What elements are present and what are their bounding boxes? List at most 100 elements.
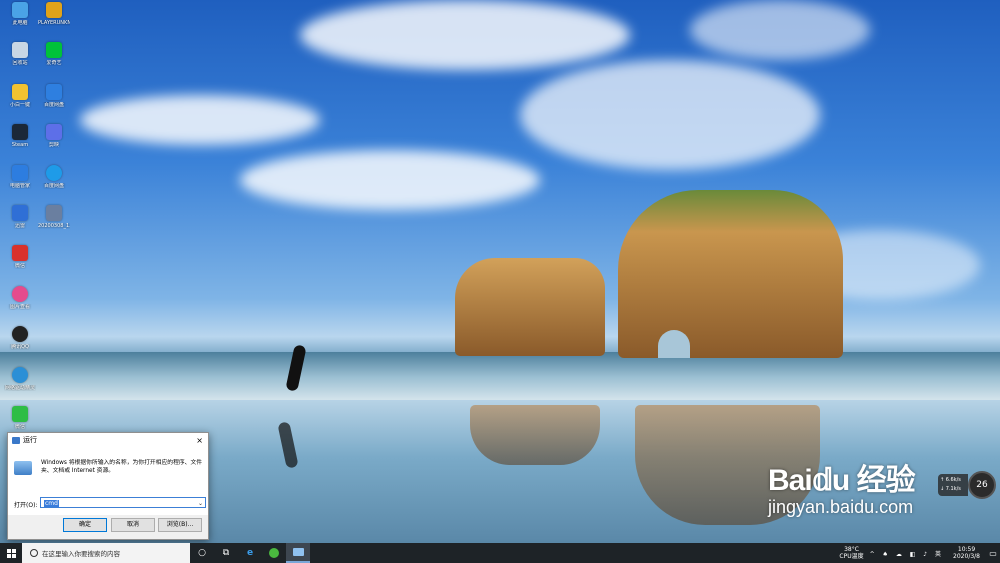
- cpu-temperature[interactable]: 38°C CPU温度: [839, 546, 863, 560]
- task-view-icon: ⧉: [222, 548, 230, 558]
- baidu-jingyan-watermark: Bai𝕕u 经验 jingyan.baidu.com: [768, 455, 916, 518]
- cloud: [300, 0, 630, 70]
- desktop-icon-jianying[interactable]: 剪映: [38, 124, 70, 148]
- download-speed: ↓ 7.1k/s: [940, 486, 961, 492]
- cpu-temp-value: 38°C: [844, 546, 859, 553]
- desktop-icon-pubg[interactable]: PLAYERUNKNOWN'S BATTLEGR...: [38, 2, 70, 26]
- cloud: [690, 0, 870, 60]
- rock-arch: [618, 190, 843, 358]
- desktop-icon-this-pc[interactable]: 此电脑: [4, 2, 36, 26]
- desktop-icon-label: 百度网盘: [43, 102, 64, 108]
- cloud-icon: [46, 165, 62, 181]
- desktop-icon-label: PLAYERUNKNOWN'S BATTLEGR...: [38, 20, 70, 26]
- run-dialog: 运行 × Windows 将根据你所输入的名称，为你打开相应的程序、文件夹、文档…: [7, 432, 209, 540]
- globe-icon: [12, 367, 28, 383]
- run-dialog-body: Windows 将根据你所输入的名称，为你打开相应的程序、文件夹、文档或 Int…: [8, 447, 208, 515]
- wechat-icon: [12, 406, 28, 422]
- desktop-icon-wechat[interactable]: 微信: [4, 406, 36, 430]
- rock-left: [455, 258, 605, 356]
- desktop-icon-label: 微信: [14, 263, 25, 269]
- iqiyi-icon: [46, 42, 62, 58]
- cloud-icon: [46, 84, 62, 100]
- edge-icon: e: [246, 548, 254, 558]
- desktop-icon-label: 此电脑: [12, 20, 28, 26]
- open-input-value: cmd: [44, 500, 59, 507]
- open-label: 打开(O):: [14, 502, 38, 509]
- upload-speed: ↑ 6.6k/s: [940, 477, 961, 483]
- desktop-icon-xiaobai[interactable]: 小白一键: [4, 84, 36, 108]
- cloud: [80, 95, 320, 145]
- start-button[interactable]: [0, 543, 22, 563]
- desktop-icon-baidu-netdisk-2[interactable]: 百度网盘: [38, 165, 70, 189]
- browse-button[interactable]: 浏览(B)...: [158, 518, 202, 532]
- close-icon[interactable]: ×: [196, 436, 203, 445]
- desktop-icon-xunlei[interactable]: 迅雷: [4, 205, 36, 229]
- usage-gauge[interactable]: 26: [968, 471, 996, 499]
- desktop-icon-qq[interactable]: 腾讯QQ: [4, 326, 36, 350]
- game-icon: [46, 2, 62, 18]
- desktop-icon-label: 回收站: [12, 60, 28, 66]
- system-tray: 38°C CPU温度 ^ ♠ ☁ ◧ ♪ 英 10:59 2020/3/8 ▭: [839, 543, 1000, 563]
- sea: [0, 352, 1000, 402]
- rock-reflection: [470, 405, 600, 465]
- clock[interactable]: 10:59 2020/3/8: [953, 546, 980, 560]
- browser-icon: [269, 548, 279, 558]
- tray-icons[interactable]: ^ ♠ ☁ ◧ ♪ 英: [870, 549, 944, 558]
- run-dialog-titlebar[interactable]: 运行 ×: [8, 433, 208, 447]
- cloud: [240, 150, 540, 210]
- shield-icon: [12, 165, 28, 181]
- app-icon: [12, 84, 28, 100]
- app-icon: [46, 124, 62, 140]
- desktop-icon-label: 网络驱动精灵: [4, 385, 35, 391]
- desktop-icon-iqiyi[interactable]: 爱奇艺: [38, 42, 70, 66]
- taskbar-search-box[interactable]: 在这里输入你要搜索的内容: [22, 543, 190, 563]
- desktop-icon-label: 迅雷: [14, 223, 25, 229]
- desktop-icon-label: Steam: [11, 142, 29, 148]
- run-taskbar-button[interactable]: [286, 543, 310, 563]
- cloud: [520, 60, 820, 170]
- desktop-icon-recycle-bin[interactable]: 回收站: [4, 42, 36, 66]
- cpu-temp-label: CPU温度: [839, 553, 864, 560]
- desktop-icon-steam[interactable]: Steam: [4, 124, 36, 148]
- cancel-button[interactable]: 取消: [111, 518, 155, 532]
- app-icon: [12, 205, 28, 221]
- notification-center-button[interactable]: ▭: [986, 543, 1000, 563]
- chevron-down-icon[interactable]: ⌄: [198, 498, 203, 509]
- search-placeholder: 在这里输入你要搜索的内容: [42, 550, 120, 558]
- desktop-icon-screenshot-file[interactable]: 20200308_1...: [38, 205, 70, 229]
- desktop-icon-photos[interactable]: 图片查看: [4, 286, 36, 310]
- task-view-button[interactable]: ⧉: [214, 543, 238, 563]
- steam-icon: [12, 124, 28, 140]
- search-icon: [30, 549, 38, 557]
- desktop-icon-driver[interactable]: 网络驱动精灵: [4, 367, 36, 391]
- clock-time: 10:59: [957, 546, 976, 553]
- desktop-icon-label: 百度网盘: [43, 183, 64, 189]
- run-dialog-description: Windows 将根据你所输入的名称，为你打开相应的程序、文件夹、文档或 Int…: [41, 460, 203, 474]
- run-program-icon: [14, 461, 32, 475]
- browser-button[interactable]: [262, 543, 286, 563]
- network-speed-widget[interactable]: ↑ 6.6k/s ↓ 7.1k/s: [938, 474, 968, 496]
- recycle-bin-icon: [12, 42, 28, 58]
- run-dialog-title: 运行: [23, 436, 37, 444]
- open-input[interactable]: cmd ⌄: [40, 497, 206, 508]
- watermark-logo: Bai𝕕u 经验: [768, 464, 916, 497]
- desktop-icon-label: 图片查看: [9, 304, 30, 310]
- desktop-icon-pc-manager[interactable]: 电脑管家: [4, 165, 36, 189]
- desktop-icon-label: 腾讯QQ: [11, 344, 29, 350]
- desktop-icon-baidu-netdisk[interactable]: 百度网盘: [38, 84, 70, 108]
- watermark-url: jingyan.baidu.com: [768, 497, 914, 517]
- cortana-button[interactable]: ○: [190, 543, 214, 563]
- ok-button[interactable]: 确定: [63, 518, 107, 532]
- desktop-icon-label: 20200308_1...: [38, 223, 70, 229]
- desktop-icon-wechat-red[interactable]: 微信: [4, 245, 36, 269]
- circle-icon: ○: [198, 548, 206, 558]
- clock-date: 2020/3/8: [953, 553, 980, 560]
- notification-icon: ▭: [989, 548, 997, 558]
- edge-button[interactable]: e: [238, 543, 262, 563]
- desktop-icon-label: 电脑管家: [9, 183, 30, 189]
- desktop-icon-label: 剪映: [48, 142, 59, 148]
- photos-icon: [12, 286, 28, 302]
- desktop-icon-label: 爱奇艺: [46, 60, 62, 66]
- arch-opening: [658, 330, 690, 358]
- run-icon: [12, 436, 20, 444]
